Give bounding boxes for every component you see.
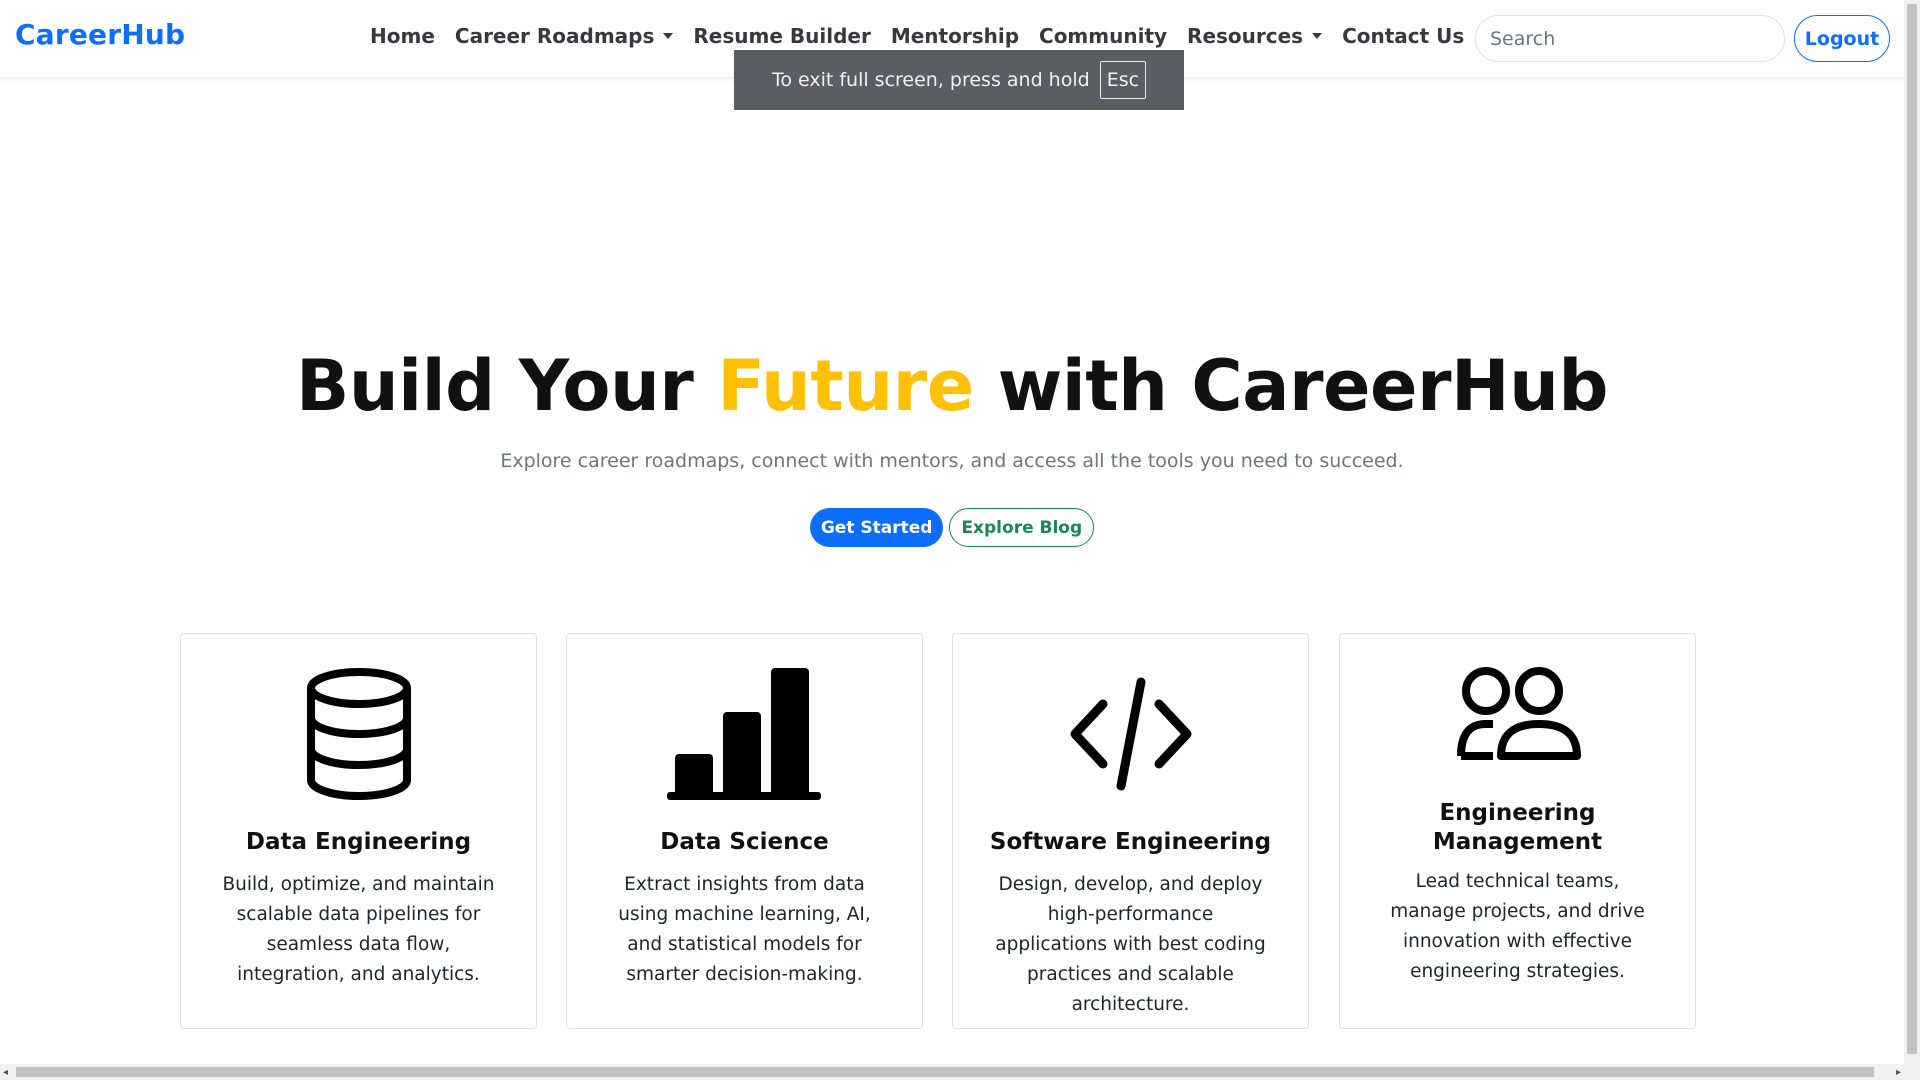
nav-contact-us[interactable]: Contact Us (1342, 24, 1464, 48)
nav-resume-builder[interactable]: Resume Builder (693, 24, 870, 48)
horizontal-scrollbar[interactable]: ◂ ▸ (0, 1064, 1904, 1080)
nav-resources[interactable]: Resources (1187, 24, 1323, 48)
people-icon (1456, 667, 1581, 760)
fullscreen-exit-toast: To exit full screen, press and hold Esc (734, 50, 1184, 110)
brand-logo[interactable]: CareerHub (15, 18, 185, 51)
database-icon (306, 668, 411, 800)
card-description: Lead technical teams, manage projects, a… (1390, 871, 1645, 982)
card-title: Software Engineering (989, 829, 1272, 855)
scroll-left-arrow-icon[interactable]: ◂ (3, 1067, 8, 1078)
fullscreen-toast-text: To exit full screen, press and hold (771, 69, 1090, 91)
esc-key-badge: Esc (1099, 61, 1147, 99)
nav-community[interactable]: Community (1039, 24, 1167, 48)
hero-title-accent: Future (717, 345, 974, 427)
nav-mentorship[interactable]: Mentorship (891, 24, 1019, 48)
hero-title-start: Build Your (295, 345, 694, 427)
bar-chart-icon (666, 668, 821, 800)
nav-home[interactable]: Home (370, 24, 435, 48)
horizontal-scroll-thumb[interactable] (16, 1067, 1874, 1077)
nav-links: Home Career Roadmaps Resume Builder Ment… (370, 24, 1484, 48)
nav-community-label: Community (1039, 24, 1168, 48)
vertical-scroll-thumb[interactable] (1907, 4, 1917, 1054)
vertical-scrollbar[interactable] (1904, 0, 1920, 1080)
logout-button[interactable]: Logout (1794, 15, 1890, 62)
card-title: Engineering Management (1432, 800, 1603, 855)
card-title: Data Engineering (245, 829, 472, 855)
caret-down-icon (663, 33, 674, 39)
explore-blog-button[interactable]: Explore Blog (949, 508, 1095, 547)
nav-career-roadmaps[interactable]: Career Roadmaps (455, 24, 674, 48)
career-card-data-science[interactable]: Data Science Extract insights from data … (566, 633, 923, 1029)
card-description: Extract insights from data using machine… (618, 874, 871, 985)
card-description: Build, optimize, and maintain scalable d… (222, 874, 495, 985)
search-input[interactable] (1475, 15, 1785, 62)
get-started-button[interactable]: Get Started (809, 508, 944, 547)
career-card-engineering-management[interactable]: Engineering Management Lead technical te… (1339, 633, 1696, 1029)
caret-down-icon (1312, 33, 1323, 39)
hero-subtitle: Explore career roadmaps, connect with me… (500, 450, 1404, 472)
code-icon (1070, 677, 1191, 791)
nav-mentorship-label: Mentorship (890, 24, 1020, 48)
nav-resume-builder-label: Resume Builder (693, 24, 871, 48)
card-title: Data Science (660, 829, 829, 855)
hero-title-end: with CareerHub (997, 345, 1609, 427)
hero-buttons: Get Started Explore Blog (0, 508, 1904, 547)
nav-career-roadmaps-label: Career Roadmaps (454, 24, 655, 48)
nav-home-label: Home (370, 24, 435, 48)
career-card-software-engineering[interactable]: Software Engineering Design, develop, an… (952, 633, 1309, 1029)
career-card-data-engineering[interactable]: Data Engineering Build, optimize, and ma… (180, 633, 537, 1029)
scroll-right-arrow-icon[interactable]: ▸ (1896, 1067, 1901, 1078)
nav-resources-label: Resources (1187, 24, 1304, 48)
hero-title: Build Your Future with CareerHub (0, 345, 1904, 427)
card-description: Design, develop, and deploy high-perform… (995, 874, 1266, 1015)
nav-contact-us-label: Contact Us (1342, 24, 1465, 48)
